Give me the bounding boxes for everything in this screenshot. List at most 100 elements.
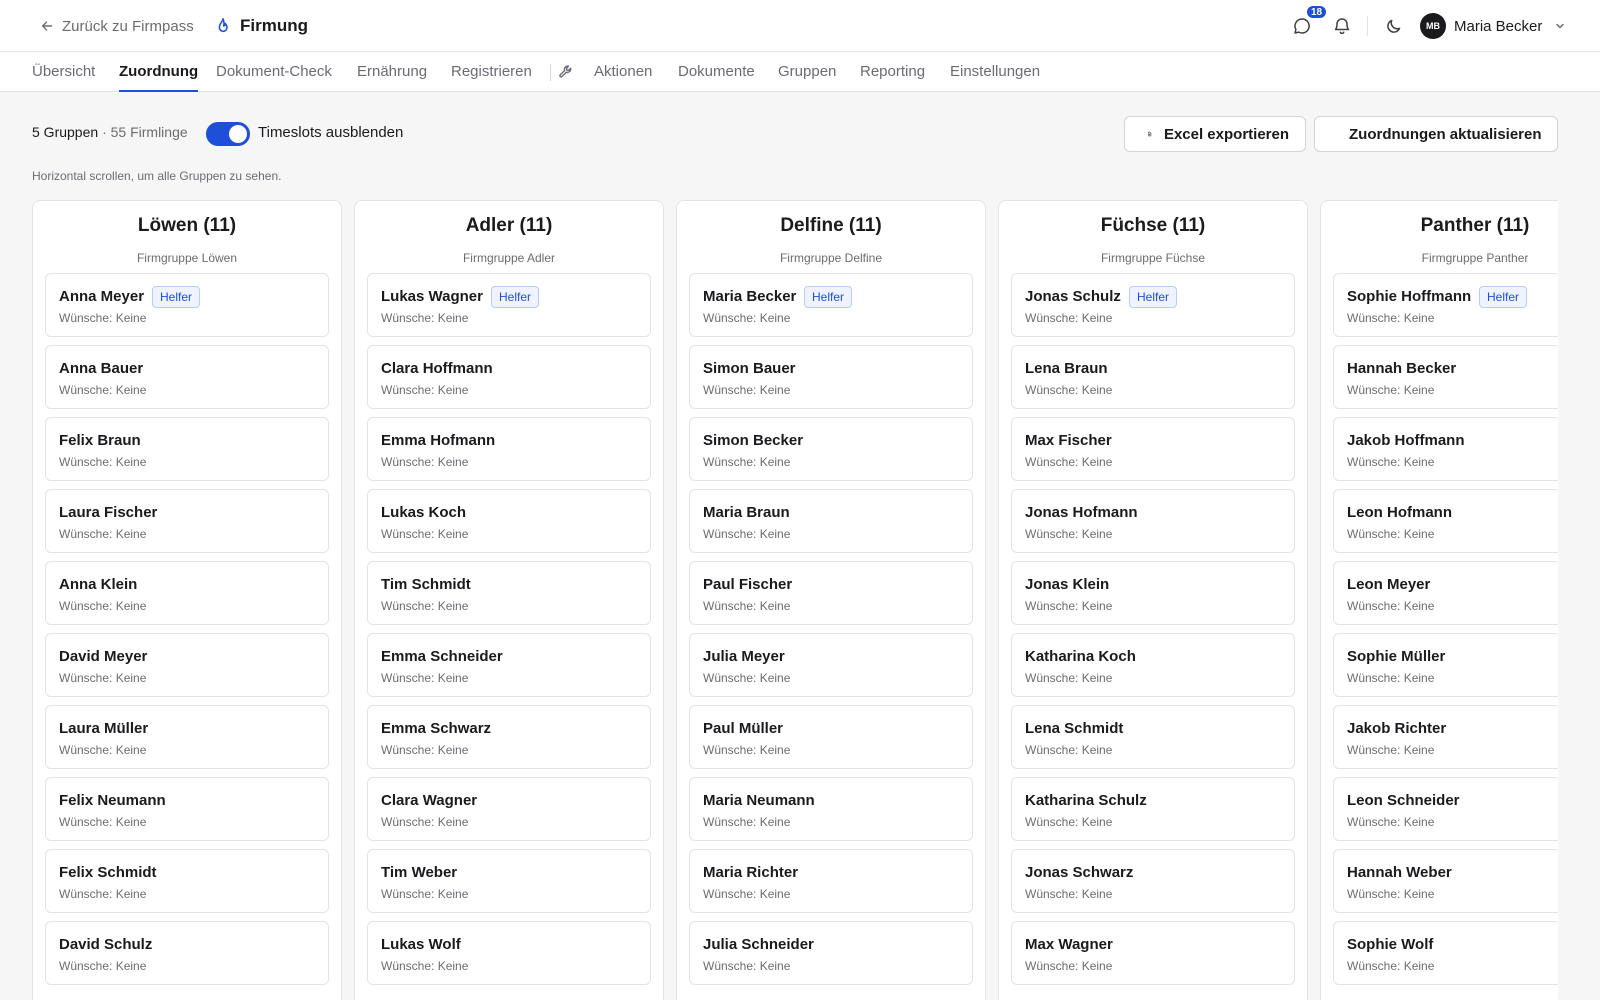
member-card[interactable]: Lena Braun Wünsche: Keine	[1011, 345, 1295, 409]
brand-title: Firmung	[240, 16, 308, 35]
member-wishes: Wünsche: Keine	[381, 455, 469, 469]
member-card[interactable]: Julia Meyer Wünsche: Keine	[689, 633, 973, 697]
member-wishes: Wünsche: Keine	[59, 311, 147, 325]
member-card[interactable]: Maria Becker Helfer Wünsche: Keine	[689, 273, 973, 337]
member-card[interactable]: Laura Müller Wünsche: Keine	[45, 705, 329, 769]
member-card[interactable]: Paul Müller Wünsche: Keine	[689, 705, 973, 769]
member-wishes: Wünsche: Keine	[703, 671, 791, 685]
member-card[interactable]: Emma Schwarz Wünsche: Keine	[367, 705, 651, 769]
tab-divider	[550, 64, 551, 81]
member-card[interactable]: Sophie Wolf Wünsche: Keine	[1333, 921, 1558, 985]
member-wishes: Wünsche: Keine	[1347, 311, 1435, 325]
member-card[interactable]: Hannah Becker Wünsche: Keine	[1333, 345, 1558, 409]
member-card[interactable]: Felix Neumann Wünsche: Keine	[45, 777, 329, 841]
member-card[interactable]: Jonas Hofmann Wünsche: Keine	[1011, 489, 1295, 553]
helper-badge: Helfer	[1129, 286, 1178, 308]
member-card[interactable]: Emma Schneider Wünsche: Keine	[367, 633, 651, 697]
member-card[interactable]: Tim Schmidt Wünsche: Keine	[367, 561, 651, 625]
member-card[interactable]: Jonas Klein Wünsche: Keine	[1011, 561, 1295, 625]
member-wishes: Wünsche: Keine	[703, 311, 791, 325]
member-name: Maria Braun	[703, 504, 790, 521]
notifications-button[interactable]	[1330, 14, 1354, 38]
member-card[interactable]: Anna Klein Wünsche: Keine	[45, 561, 329, 625]
member-wishes: Wünsche: Keine	[381, 671, 469, 685]
member-wishes: Wünsche: Keine	[381, 743, 469, 757]
tab-ernaehrung[interactable]: Ernährung	[357, 52, 427, 92]
member-card[interactable]: Lena Schmidt Wünsche: Keine	[1011, 705, 1295, 769]
member-card[interactable]: Sophie Müller Wünsche: Keine	[1333, 633, 1558, 697]
member-name: Sophie Wolf	[1347, 936, 1434, 953]
group-column: Löwen (11) Firmgruppe Löwen Anna Meyer Helf…	[32, 200, 342, 1000]
member-card[interactable]: Lukas Koch Wünsche: Keine	[367, 489, 651, 553]
member-card[interactable]: Lukas Wolf Wünsche: Keine	[367, 921, 651, 985]
member-card[interactable]: Maria Neumann Wünsche: Keine	[689, 777, 973, 841]
tab-dokument-check[interactable]: Dokument-Check	[216, 52, 332, 92]
member-card[interactable]: Jonas Schwarz Wünsche: Keine	[1011, 849, 1295, 913]
tab-zuordnung[interactable]: Zuordnung	[119, 52, 199, 92]
helper-badge: Helfer	[491, 286, 540, 308]
member-wishes: Wünsche: Keine	[59, 743, 147, 757]
member-card[interactable]: Max Fischer Wünsche: Keine	[1011, 417, 1295, 481]
member-card[interactable]: Hannah Weber Wünsche: Keine	[1333, 849, 1558, 913]
tab-gruppen[interactable]: Gruppen	[778, 52, 836, 92]
member-card[interactable]: Simon Becker Wünsche: Keine	[689, 417, 973, 481]
theme-toggle-button[interactable]	[1382, 14, 1406, 38]
tab-bar: Übersicht Zuordnung Dokument-Check Ernäh…	[0, 52, 1600, 92]
refresh-assignments-button[interactable]: Zuordnungen aktualisieren	[1314, 116, 1558, 152]
avatar: MB	[1420, 13, 1446, 39]
member-card[interactable]: Tim Weber Wünsche: Keine	[367, 849, 651, 913]
member-card[interactable]: Anna Bauer Wünsche: Keine	[45, 345, 329, 409]
member-name: Leon Schneider	[1347, 792, 1460, 809]
group-title: Löwen (11)	[137, 215, 237, 236]
tab-reporting[interactable]: Reporting	[860, 52, 925, 92]
member-name: Maria Richter	[703, 864, 799, 881]
member-wishes: Wünsche: Keine	[1025, 815, 1113, 829]
member-card[interactable]: Leon Hofmann Wünsche: Keine	[1333, 489, 1558, 553]
member-card[interactable]: Felix Schmidt Wünsche: Keine	[45, 849, 329, 913]
member-name: Max Wagner	[1025, 936, 1113, 953]
member-wishes: Wünsche: Keine	[381, 887, 469, 901]
member-card[interactable]: Simon Bauer Wünsche: Keine	[689, 345, 973, 409]
member-name: Paul Müller	[703, 720, 784, 737]
member-card[interactable]: Julia Schneider Wünsche: Keine	[689, 921, 973, 985]
member-card[interactable]: Lukas Wagner Helfer Wünsche: Keine	[367, 273, 651, 337]
member-card[interactable]: Emma Hofmann Wünsche: Keine	[367, 417, 651, 481]
member-name: Maria Becker	[703, 288, 797, 305]
back-link[interactable]: Zurück zu Firmpass	[40, 16, 194, 36]
member-wishes: Wünsche: Keine	[59, 527, 147, 541]
member-card[interactable]: Leon Schneider Wünsche: Keine	[1333, 777, 1558, 841]
member-name: Emma Hofmann	[381, 432, 496, 449]
member-card[interactable]: Maria Braun Wünsche: Keine	[689, 489, 973, 553]
member-card[interactable]: Jakob Hoffmann Wünsche: Keine	[1333, 417, 1558, 481]
member-card[interactable]: Katharina Schulz Wünsche: Keine	[1011, 777, 1295, 841]
user-menu[interactable]: MB Maria Becker	[1420, 13, 1566, 39]
group-subtitle: Firmgruppe Adler	[462, 251, 556, 265]
member-card[interactable]: Clara Wagner Wünsche: Keine	[367, 777, 651, 841]
tab-registrieren[interactable]: Registrieren	[451, 52, 532, 92]
member-card[interactable]: David Schulz Wünsche: Keine	[45, 921, 329, 985]
member-card[interactable]: Max Wagner Wünsche: Keine	[1011, 921, 1295, 985]
member-card[interactable]: Jonas Schulz Helfer Wünsche: Keine	[1011, 273, 1295, 337]
member-name: Felix Braun	[59, 432, 141, 449]
timeslots-toggle[interactable]	[206, 122, 250, 146]
member-card[interactable]: Katharina Koch Wünsche: Keine	[1011, 633, 1295, 697]
member-card[interactable]: Maria Richter Wünsche: Keine	[689, 849, 973, 913]
export-excel-button[interactable]: Excel exportieren	[1124, 116, 1306, 152]
tab-dokumente[interactable]: Dokumente	[678, 52, 755, 92]
member-card[interactable]: Anna Meyer Helfer Wünsche: Keine	[45, 273, 329, 337]
tab-aktionen[interactable]: Aktionen	[594, 52, 652, 92]
member-card[interactable]: Laura Fischer Wünsche: Keine	[45, 489, 329, 553]
group-board[interactable]: Löwen (11) Firmgruppe Löwen Anna Meyer Helf…	[32, 200, 1558, 1000]
tab-uebersicht[interactable]: Übersicht	[32, 52, 95, 92]
member-card[interactable]: Paul Fischer Wünsche: Keine	[689, 561, 973, 625]
member-card[interactable]: Jakob Richter Wünsche: Keine	[1333, 705, 1558, 769]
group-column: Adler (11) Firmgruppe Adler Lukas Wagner He…	[354, 200, 664, 1000]
member-name: Lena Braun	[1025, 360, 1108, 377]
member-card[interactable]: Felix Braun Wünsche: Keine	[45, 417, 329, 481]
group-column: Füchse (11) Firmgruppe Füchse Jonas Schulz…	[998, 200, 1308, 1000]
tab-einstellungen[interactable]: Einstellungen	[950, 52, 1040, 92]
member-card[interactable]: Sophie Hoffmann Helfer Wünsche: Keine	[1333, 273, 1558, 337]
member-card[interactable]: Clara Hoffmann Wünsche: Keine	[367, 345, 651, 409]
member-card[interactable]: David Meyer Wünsche: Keine	[45, 633, 329, 697]
member-card[interactable]: Leon Meyer Wünsche: Keine	[1333, 561, 1558, 625]
